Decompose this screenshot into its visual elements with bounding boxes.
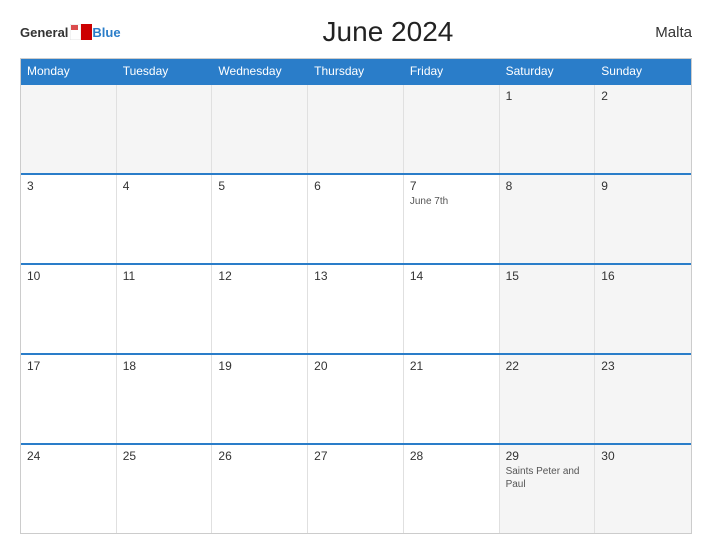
cal-week-1: 12 — [21, 83, 691, 173]
day-number: 28 — [410, 449, 493, 463]
country-label: Malta — [655, 24, 692, 41]
day-number: 20 — [314, 359, 397, 373]
cal-cell-3-1: 10 — [21, 265, 117, 353]
cal-cell-3-2: 11 — [117, 265, 213, 353]
cal-cell-4-4: 20 — [308, 355, 404, 443]
cal-cell-1-6: 1 — [500, 85, 596, 173]
calendar-body: 1234567June 7th8910111213141516171819202… — [21, 83, 691, 533]
page-header: General Blue June 2024 Malta — [20, 16, 692, 48]
day-number: 16 — [601, 269, 685, 283]
cal-cell-1-4 — [308, 85, 404, 173]
cal-cell-2-7: 9 — [595, 175, 691, 263]
cal-cell-5-6: 29 Saints Peter and Paul — [500, 445, 596, 533]
cal-header-wednesday: Wednesday — [212, 59, 308, 83]
page-title: June 2024 — [323, 16, 454, 48]
day-number: 3 — [27, 179, 110, 193]
logo-general-text: General — [20, 25, 68, 40]
day-number: 6 — [314, 179, 397, 193]
cal-cell-5-3: 26 — [212, 445, 308, 533]
cal-cell-1-1 — [21, 85, 117, 173]
cal-week-4: 17 18 19 20 21 22 23 — [21, 353, 691, 443]
day-number: 7 — [410, 179, 493, 193]
cal-header-tuesday: Tuesday — [117, 59, 213, 83]
cal-cell-1-2 — [117, 85, 213, 173]
day-number: 2 — [601, 89, 685, 103]
day-number: 25 — [123, 449, 206, 463]
day-number: 23 — [601, 359, 685, 373]
cal-cell-4-2: 18 — [117, 355, 213, 443]
cal-cell-5-4: 27 — [308, 445, 404, 533]
cal-cell-4-6: 22 — [500, 355, 596, 443]
cal-cell-1-3 — [212, 85, 308, 173]
logo: General Blue — [20, 24, 121, 40]
cal-cell-5-1: 24 — [21, 445, 117, 533]
cal-header-thursday: Thursday — [308, 59, 404, 83]
cal-header-saturday: Saturday — [500, 59, 596, 83]
day-number: 1 — [506, 89, 589, 103]
cal-cell-5-5: 28 — [404, 445, 500, 533]
cal-cell-5-7: 30 — [595, 445, 691, 533]
calendar-grid: MondayTuesdayWednesdayThursdayFridaySatu… — [20, 58, 692, 534]
cal-cell-1-7: 2 — [595, 85, 691, 173]
cal-cell-2-6: 8 — [500, 175, 596, 263]
day-event: June 7th — [410, 195, 493, 208]
day-number: 10 — [27, 269, 110, 283]
day-number: 11 — [123, 269, 206, 283]
cal-cell-2-5: 7 June 7th — [404, 175, 500, 263]
day-number: 8 — [506, 179, 589, 193]
cal-cell-2-3: 5 — [212, 175, 308, 263]
cal-cell-3-7: 16 — [595, 265, 691, 353]
day-number: 19 — [218, 359, 301, 373]
cal-cell-3-6: 15 — [500, 265, 596, 353]
cal-cell-4-3: 19 — [212, 355, 308, 443]
cal-cell-3-3: 12 — [212, 265, 308, 353]
day-number: 18 — [123, 359, 206, 373]
logo-flag-icon — [70, 24, 92, 40]
logo-blue-text: Blue — [92, 25, 120, 40]
day-number: 27 — [314, 449, 397, 463]
day-number: 9 — [601, 179, 685, 193]
cal-cell-4-1: 17 — [21, 355, 117, 443]
day-number: 12 — [218, 269, 301, 283]
day-number: 22 — [506, 359, 589, 373]
day-number: 17 — [27, 359, 110, 373]
cal-cell-2-1: 3 — [21, 175, 117, 263]
day-number: 24 — [27, 449, 110, 463]
cal-cell-2-2: 4 — [117, 175, 213, 263]
cal-header-monday: Monday — [21, 59, 117, 83]
cal-week-5: 24 25 26 27 28 29 Saints Peter and Paul 30 — [21, 443, 691, 533]
day-number: 14 — [410, 269, 493, 283]
day-number: 21 — [410, 359, 493, 373]
cal-cell-3-5: 14 — [404, 265, 500, 353]
cal-cell-4-7: 23 — [595, 355, 691, 443]
cal-cell-4-5: 21 — [404, 355, 500, 443]
cal-header-friday: Friday — [404, 59, 500, 83]
cal-header-sunday: Sunday — [595, 59, 691, 83]
cal-cell-5-2: 25 — [117, 445, 213, 533]
day-number: 26 — [218, 449, 301, 463]
day-number: 15 — [506, 269, 589, 283]
cal-week-3: 10 11 12 13 14 15 16 — [21, 263, 691, 353]
cal-week-2: 34567 June 7th 89 — [21, 173, 691, 263]
day-number: 29 — [506, 449, 589, 463]
day-number: 5 — [218, 179, 301, 193]
cal-cell-2-4: 6 — [308, 175, 404, 263]
cal-cell-3-4: 13 — [308, 265, 404, 353]
cal-cell-1-5 — [404, 85, 500, 173]
calendar-page: General Blue June 2024 Malta MondayTuesd… — [0, 0, 712, 550]
calendar-header-row: MondayTuesdayWednesdayThursdayFridaySatu… — [21, 59, 691, 83]
day-number: 13 — [314, 269, 397, 283]
day-event: Saints Peter and Paul — [506, 465, 589, 491]
day-number: 4 — [123, 179, 206, 193]
day-number: 30 — [601, 449, 685, 463]
